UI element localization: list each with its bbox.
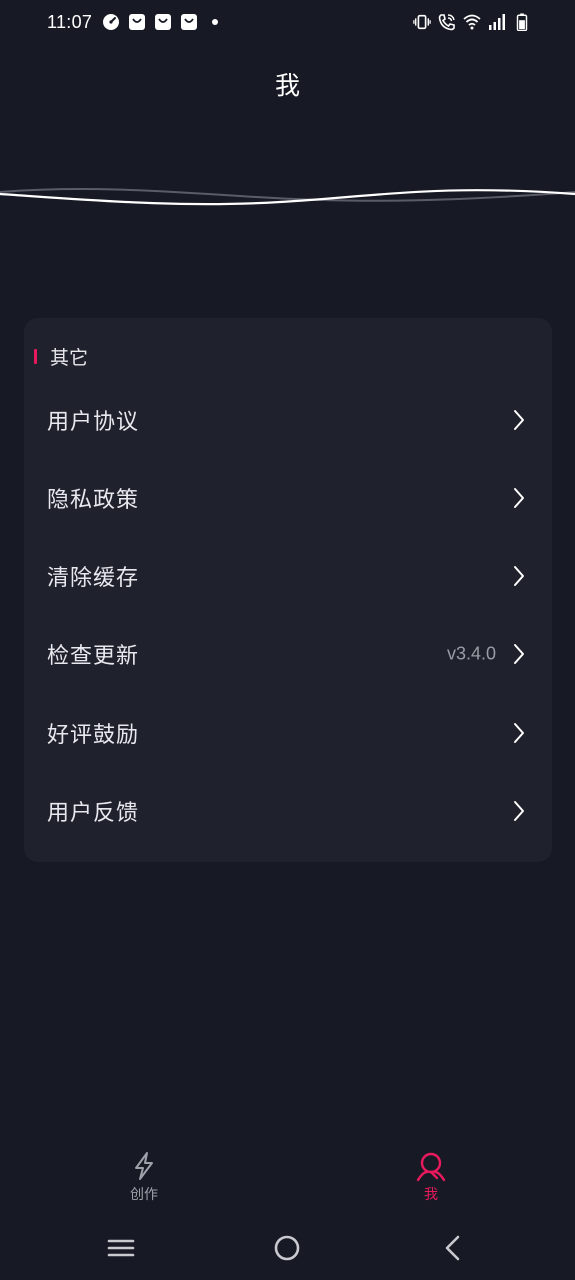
- section-accent-bar: [34, 348, 37, 364]
- tab-me[interactable]: 我: [381, 1140, 481, 1210]
- home-icon[interactable]: [271, 1232, 303, 1264]
- tab-create-label: 创作: [130, 1187, 158, 1203]
- lightning-icon: [135, 1152, 153, 1180]
- menu-item-user-agreement[interactable]: 用户协议: [24, 389, 552, 451]
- section-header: 其它: [34, 341, 88, 371]
- section-title: 其它: [50, 346, 89, 369]
- menu-item-label: 隐私政策: [47, 488, 140, 513]
- user-icon: [416, 1152, 446, 1182]
- vibrate-icon: [413, 14, 431, 30]
- chevron-right-icon: [514, 644, 524, 664]
- shopping-bag-icon: [155, 14, 171, 30]
- menu-item-clear-cache[interactable]: 清除缓存: [24, 545, 552, 607]
- menu-item-rate-app[interactable]: 好评鼓励: [24, 702, 552, 764]
- status-bar: 11:07: [0, 0, 575, 48]
- chevron-right-icon: [514, 801, 524, 821]
- back-icon[interactable]: [437, 1232, 469, 1264]
- menu-item-label: 清除缓存: [47, 566, 140, 591]
- notification-icons: [102, 13, 224, 31]
- menu-item-label: 好评鼓励: [47, 723, 140, 748]
- menu-item-feedback[interactable]: 用户反馈: [24, 780, 552, 842]
- chevron-right-icon: [514, 410, 524, 430]
- tab-create[interactable]: 创作: [94, 1140, 194, 1210]
- dot-icon: [212, 19, 218, 25]
- status-time: 11:07: [47, 12, 93, 32]
- version-value: v3.4.0: [446, 643, 496, 664]
- wifi-icon: [463, 14, 481, 30]
- menu-item-check-update[interactable]: 检查更新 v3.4.0: [24, 623, 552, 685]
- wifi-call-icon: [438, 14, 455, 31]
- page-title: 我: [274, 71, 300, 100]
- battery-icon: [516, 13, 528, 31]
- menu-item-label: 用户反馈: [47, 801, 140, 826]
- tab-me-label: 我: [424, 1187, 438, 1203]
- other-settings-card: 其它 用户协议 隐私政策 清除缓存 检查更新 v3.4.0 好评鼓励 用户反馈: [24, 318, 552, 862]
- speedometer-icon: [103, 14, 119, 30]
- shopping-bag-icon: [129, 14, 145, 30]
- chevron-right-icon: [514, 488, 524, 508]
- chevron-right-icon: [514, 723, 524, 743]
- bottom-nav: 创作 我: [0, 1140, 575, 1216]
- menu-item-privacy-policy[interactable]: 隐私政策: [24, 467, 552, 529]
- menu-item-label: 检查更新: [47, 644, 140, 669]
- menu-item-label: 用户协议: [47, 410, 140, 435]
- menu-icon[interactable]: [105, 1232, 137, 1264]
- wave-decoration: [0, 188, 575, 206]
- chevron-right-icon: [514, 566, 524, 586]
- system-nav-bar: [0, 1216, 575, 1280]
- system-status-icons: [413, 13, 531, 31]
- signal-icon: [489, 14, 505, 30]
- shopping-bag-icon: [181, 14, 197, 30]
